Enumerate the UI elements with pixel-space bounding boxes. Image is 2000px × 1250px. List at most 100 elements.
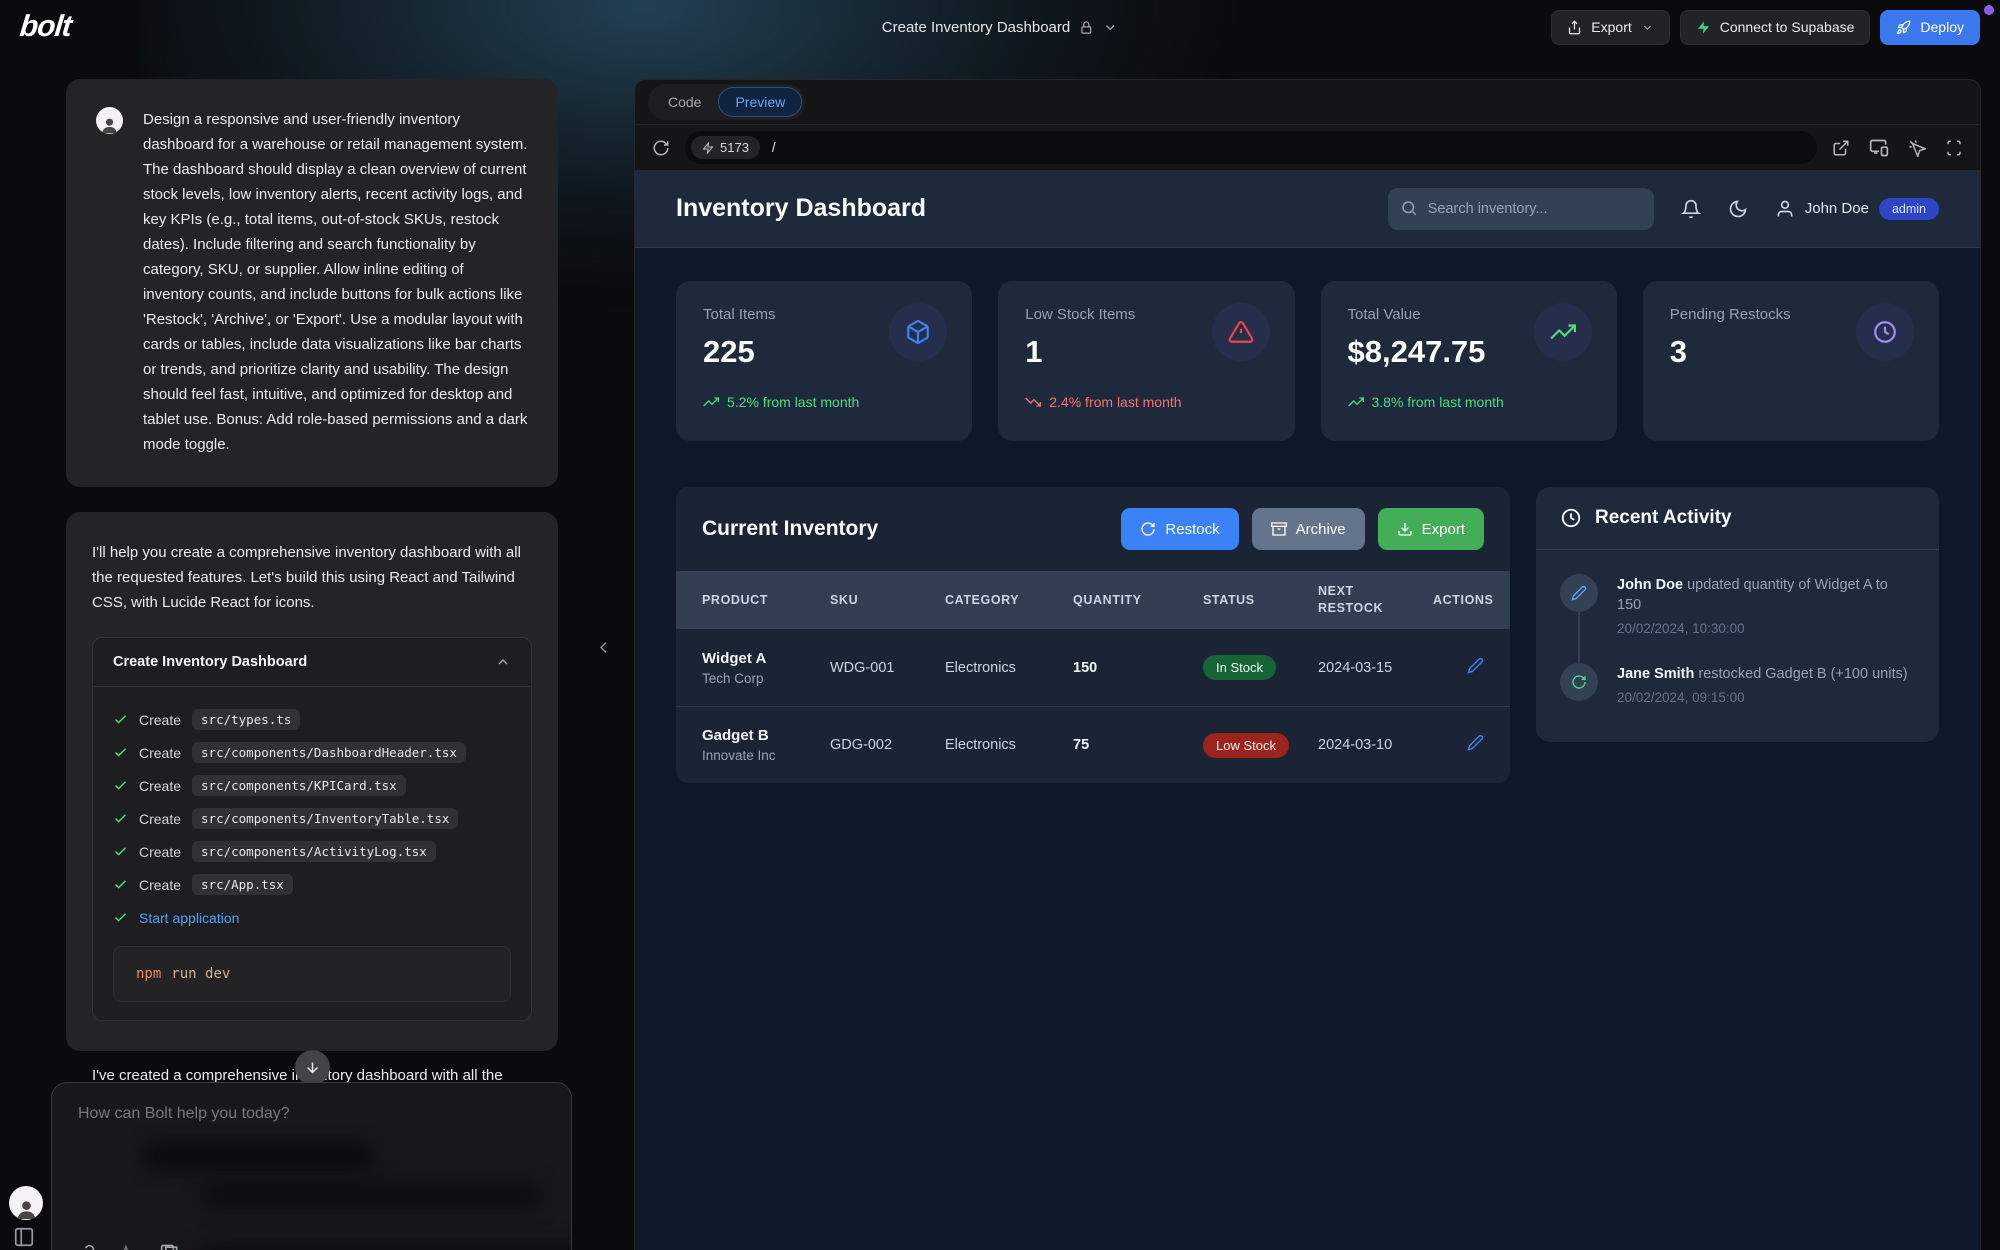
step-file[interactable]: src/App.tsx [192, 874, 293, 895]
tab-preview[interactable]: Preview [718, 87, 802, 117]
lock-icon [1079, 20, 1094, 35]
artifact-body: Create src/types.ts Create src/component… [93, 687, 531, 1020]
step-file[interactable]: src/components/InventoryTable.tsx [192, 808, 458, 829]
artifact-header[interactable]: Create Inventory Dashboard [93, 638, 531, 687]
export-inventory-button[interactable]: Export [1378, 508, 1484, 550]
tab-code[interactable]: Code [651, 87, 718, 117]
kpi-delta: 5.2% from last month [703, 394, 945, 410]
step-file[interactable]: src/types.ts [192, 709, 300, 730]
product-supplier: Tech Corp [702, 671, 830, 686]
port-badge[interactable]: 5173 [691, 136, 760, 159]
trending-up-icon [1348, 394, 1364, 410]
url-path: / [772, 140, 776, 155]
kpi-delta-text: 5.2% from last month [727, 394, 859, 410]
terminal-args: run dev [171, 966, 230, 982]
check-icon [113, 910, 128, 925]
link-icon[interactable] [76, 1244, 95, 1250]
product-supplier: Innovate Inc [702, 748, 830, 763]
preview-url-bar: 5173 / [635, 124, 1980, 170]
sidebar-toggle-icon[interactable] [13, 1226, 35, 1248]
inspect-cursor-icon[interactable] [1908, 139, 1926, 157]
activity-icon-circle [1560, 574, 1598, 612]
search-input[interactable] [1388, 188, 1654, 230]
cell-quantity[interactable]: 150 [1073, 660, 1203, 676]
chat-panel: Design a responsive and user-friendly in… [0, 54, 622, 1250]
inventory-table-header: Product SKU Category Quantity Status Nex… [676, 571, 1510, 629]
step-action: Create [139, 778, 181, 794]
kpi-icon-circle [1534, 303, 1592, 361]
artifact-title: Create Inventory Dashboard [113, 654, 307, 670]
activity-title: Recent Activity [1595, 507, 1732, 529]
export-label: Export [1591, 19, 1631, 35]
recent-activity-panel: Recent Activity John Doe updated quantit… [1536, 487, 1939, 742]
fullscreen-icon[interactable] [1945, 139, 1963, 157]
user-menu[interactable]: John Doe admin [1775, 198, 1939, 220]
user-avatar [96, 107, 123, 134]
kpi-delta: 2.4% from last month [1025, 394, 1267, 410]
assistant-message: I'll help you create a comprehensive inv… [66, 512, 558, 1051]
account-avatar[interactable] [9, 1186, 43, 1220]
col-product: Product [702, 593, 830, 607]
bolt-logo[interactable]: bolt [18, 10, 73, 44]
activity-list: John Doe updated quantity of Widget A to… [1536, 550, 1939, 742]
bell-icon[interactable] [1681, 199, 1701, 219]
step-file[interactable]: src/components/KPICard.tsx [192, 775, 406, 796]
start-application-step: Start application [113, 901, 511, 934]
bulk-actions: Restock Archive Export [1121, 508, 1484, 550]
dark-mode-toggle-moon-icon[interactable] [1728, 199, 1748, 219]
export-button[interactable]: Export [1551, 10, 1669, 45]
start-application-link[interactable]: Start application [139, 910, 239, 926]
trending-up-icon [703, 394, 719, 410]
share-icon [1567, 20, 1582, 35]
cell-category: Electronics [945, 660, 1073, 676]
devices-icon[interactable] [1869, 138, 1889, 158]
project-title-menu[interactable]: Create Inventory Dashboard [882, 19, 1118, 36]
project-title: Create Inventory Dashboard [882, 19, 1070, 36]
kpi-total-value: Total Value $8,247.75 3.8% from last mon… [1321, 281, 1617, 441]
dashboard-title: Inventory Dashboard [676, 194, 926, 223]
trending-down-icon [1025, 394, 1041, 410]
chevron-up-icon[interactable] [495, 654, 511, 670]
scroll-to-bottom-button[interactable] [295, 1050, 330, 1085]
chat-bubbles-icon[interactable] [160, 1243, 180, 1250]
step-action: Create [139, 844, 181, 860]
artifact-step: Create src/components/ActivityLog.tsx [113, 835, 511, 868]
archive-button[interactable]: Archive [1252, 508, 1365, 550]
user-name: John Doe [1805, 200, 1869, 217]
cell-quantity[interactable]: 75 [1073, 737, 1203, 753]
step-file[interactable]: src/components/ActivityLog.tsx [192, 841, 436, 862]
cell-sku: WDG-001 [830, 660, 945, 676]
collapse-chat-chevron[interactable] [594, 638, 613, 657]
kpi-delta: 3.8% from last month [1348, 394, 1590, 410]
preview-frame: Code Preview 5173 / [634, 79, 1981, 1250]
deploy-button[interactable]: Deploy [1880, 10, 1980, 45]
edit-pencil-icon[interactable] [1467, 657, 1484, 674]
step-action: Create [139, 811, 181, 827]
kpi-row: Total Items 225 5.2% from last month Low… [635, 248, 1980, 441]
restock-button[interactable]: Restock [1121, 508, 1238, 550]
cell-next-restock: 2024-03-10 [1318, 737, 1433, 753]
user-message: Design a responsive and user-friendly in… [66, 79, 558, 487]
inventory-app: Inventory Dashboard [635, 170, 1980, 1250]
connect-supabase-button[interactable]: Connect to Supabase [1680, 10, 1871, 45]
inventory-search[interactable] [1388, 188, 1654, 230]
url-input[interactable]: 5173 / [685, 131, 1817, 164]
rocket-icon [1896, 20, 1911, 35]
chat-input-box[interactable] [51, 1082, 572, 1250]
code-preview-toggle: Code Preview [648, 84, 805, 120]
step-file[interactable]: src/components/DashboardHeader.tsx [192, 742, 466, 763]
chevron-down-icon [1641, 21, 1654, 34]
inventory-panel-header: Current Inventory Restock Archive [676, 487, 1510, 571]
edit-pencil-icon [1571, 585, 1587, 601]
table-row[interactable]: Gadget B Innovate Inc GDG-002 Electronic… [676, 706, 1510, 783]
download-icon [1397, 521, 1413, 537]
current-inventory-panel: Current Inventory Restock Archive [676, 487, 1510, 783]
edit-pencil-icon[interactable] [1467, 734, 1484, 751]
user-icon [1775, 199, 1795, 219]
table-row[interactable]: Widget A Tech Corp WDG-001 Electronics 1… [676, 629, 1510, 706]
open-external-icon[interactable] [1832, 139, 1850, 157]
role-badge: admin [1879, 198, 1939, 220]
reload-icon[interactable] [652, 139, 670, 157]
search-icon [1400, 199, 1418, 217]
sparkles-icon[interactable] [118, 1244, 137, 1250]
